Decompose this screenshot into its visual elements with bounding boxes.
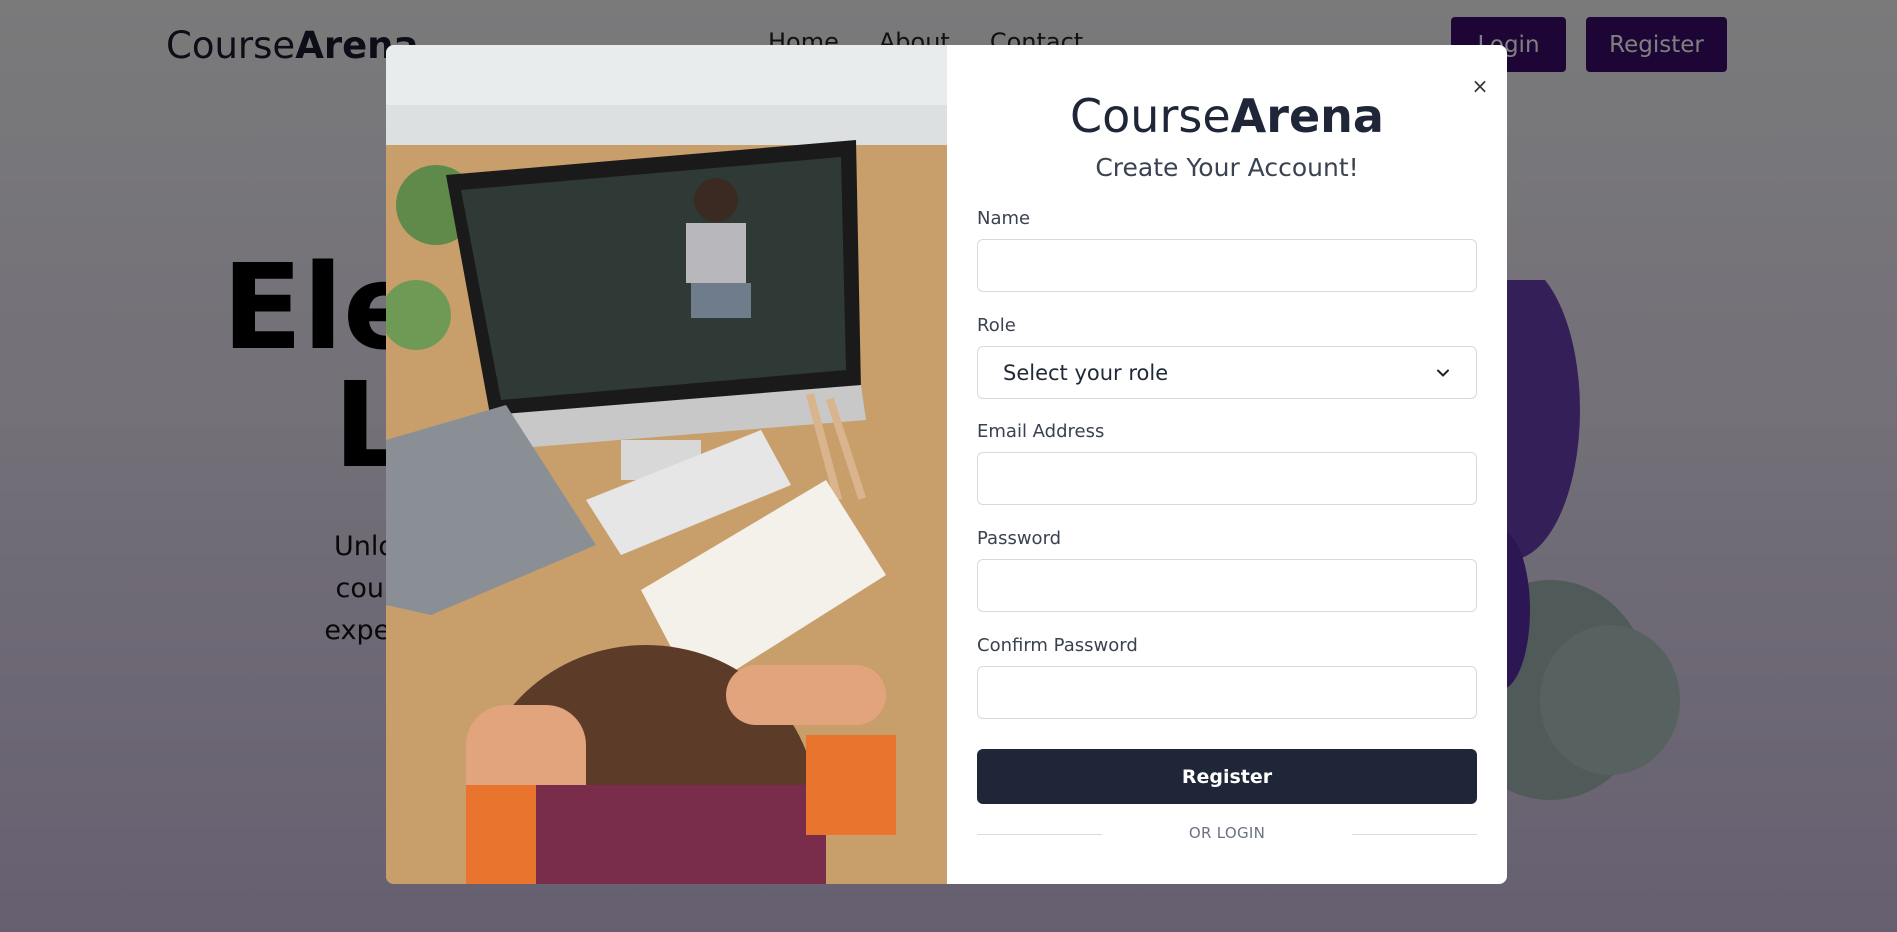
modal-brand-suffix: Arena <box>1230 89 1384 143</box>
role-select[interactable]: Select your role <box>977 346 1477 399</box>
modal-illustration-photo <box>386 45 947 884</box>
modal-brand-prefix: Course <box>1070 89 1231 143</box>
or-login-link[interactable]: OR LOGIN <box>947 824 1507 842</box>
confirm-password-label: Confirm Password <box>977 635 1138 656</box>
register-modal: × CourseArena Create Your Account! Name … <box>386 45 1507 884</box>
modal-subtitle: Create Your Account! <box>1095 153 1359 182</box>
email-label: Email Address <box>977 421 1105 442</box>
password-input[interactable] <box>977 559 1477 612</box>
role-label: Role <box>977 315 1016 336</box>
name-label: Name <box>977 208 1031 229</box>
password-label: Password <box>977 528 1062 549</box>
confirm-password-input[interactable] <box>977 666 1477 719</box>
role-select-value: Select your role <box>1003 360 1169 385</box>
register-button[interactable]: Register <box>977 749 1477 804</box>
email-input[interactable] <box>977 452 1477 505</box>
register-form: × CourseArena Create Your Account! Name … <box>947 45 1507 884</box>
chevron-down-icon <box>1437 369 1449 377</box>
student-desk-image <box>386 45 947 884</box>
name-input[interactable] <box>977 239 1477 292</box>
modal-brand: CourseArena <box>947 89 1507 143</box>
